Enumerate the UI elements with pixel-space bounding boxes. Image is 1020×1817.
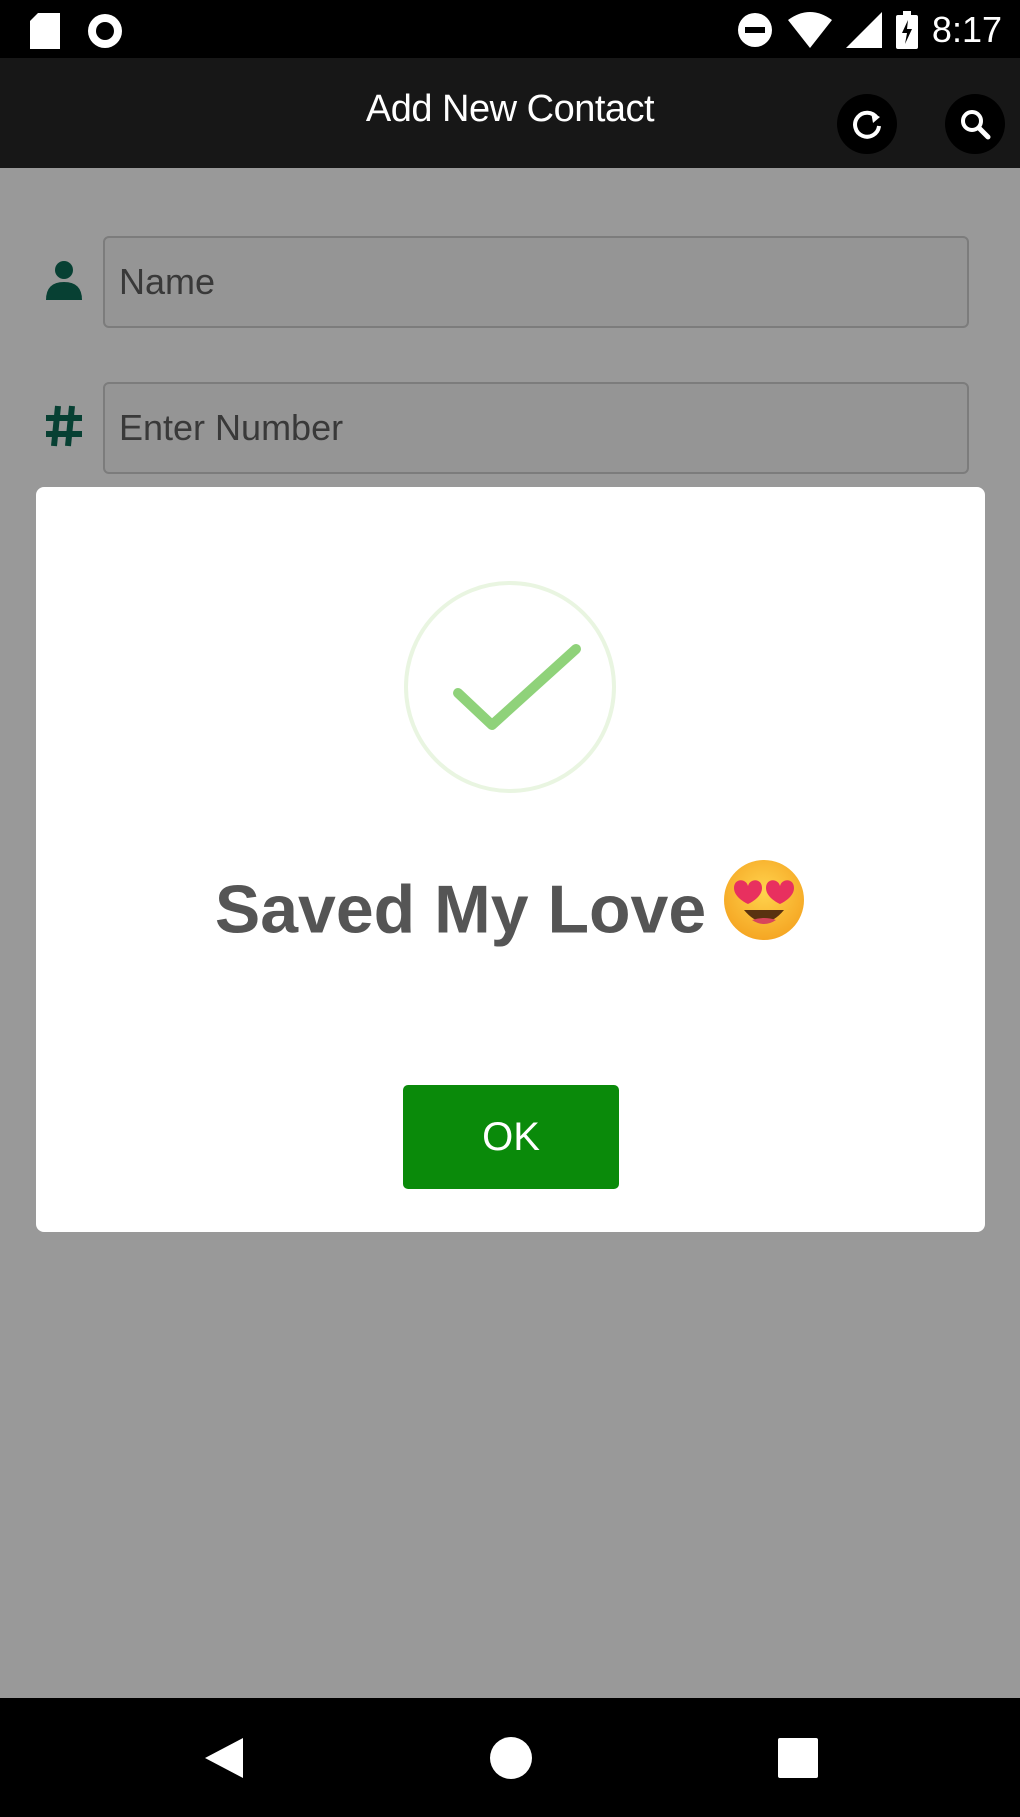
recents-icon — [778, 1738, 818, 1778]
battery-charging-icon — [895, 11, 918, 49]
sd-card-icon — [30, 13, 60, 49]
success-check-circle — [404, 581, 616, 793]
search-icon — [961, 110, 991, 140]
status-right-icons: 8:17 — [736, 8, 1002, 52]
status-bar: 8:17 — [0, 0, 1020, 58]
search-button[interactable] — [945, 94, 1005, 154]
status-time: 8:17 — [931, 9, 1002, 50]
back-button[interactable] — [194, 1728, 254, 1788]
do-not-disturb-icon — [737, 13, 772, 47]
system-nav-bar — [0, 1698, 1020, 1817]
refresh-button[interactable] — [837, 94, 897, 154]
refresh-icon — [853, 110, 881, 139]
smiling-face-with-heart-eyes-icon — [722, 858, 806, 959]
home-button[interactable] — [481, 1728, 541, 1788]
app-bar: Add New Contact — [0, 58, 1020, 168]
wifi-icon — [787, 12, 832, 48]
status-left-icons — [30, 12, 124, 50]
home-icon — [490, 1737, 532, 1779]
ok-button[interactable]: OK — [403, 1085, 619, 1189]
dialog-message-text: Saved My Love — [214, 871, 707, 948]
signal-icon — [845, 12, 882, 48]
dialog-message: Saved My Love — [36, 860, 985, 965]
success-dialog: Saved My Love OK — [36, 487, 985, 1232]
recents-button[interactable] — [768, 1728, 828, 1788]
sync-circle-icon — [88, 14, 122, 48]
back-icon — [205, 1738, 243, 1778]
checkmark-icon — [453, 644, 581, 730]
